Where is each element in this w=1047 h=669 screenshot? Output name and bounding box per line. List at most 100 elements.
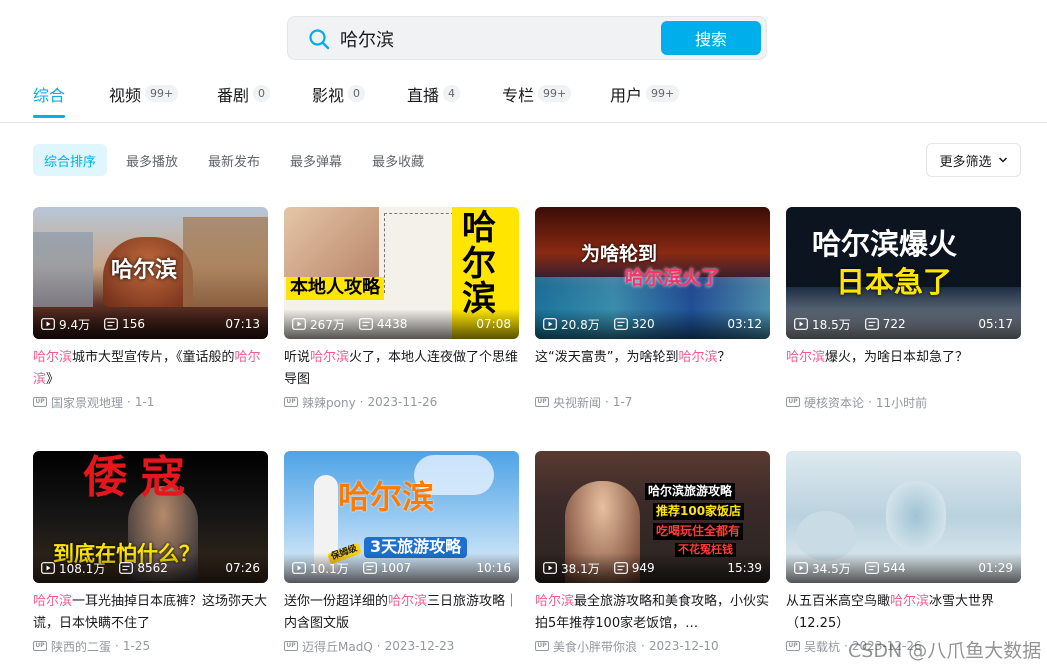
uploader-name[interactable]: 国家景观地理 [51,394,123,411]
video-card[interactable]: 倭寇 到底在怕什么？ 108.1万 8562 07:26 哈尔滨一耳光抽掉日本底… [33,451,268,669]
video-meta: UP 辣辣pony · 2023-11-26 [284,392,519,412]
filter-most-played[interactable]: 最多播放 [115,144,189,176]
filter-most-favorited[interactable]: 最多收藏 [361,144,435,176]
title-text: 城市大型宣传片，《童话般的 [72,350,235,365]
upload-date: 1-7 [612,395,633,409]
video-thumbnail[interactable]: 哈尔滨旅游攻略 推荐100家饭店 吃喝玩住全都有 不花冤枉钱 38.1万 949… [535,451,770,583]
play-count-icon [41,562,55,574]
video-card[interactable]: 哈尔滨旅游攻略 推荐100家饭店 吃喝玩住全都有 不花冤枉钱 38.1万 949… [535,451,770,669]
video-title[interactable]: 送你一份超详细的哈尔滨三日旅游攻略｜内含图文版 [284,591,519,635]
video-duration: 15:39 [727,561,762,575]
video-title[interactable]: 从五百米高空鸟瞰哈尔滨冰雪大世界（12.25） [786,591,1021,635]
search-button[interactable]: 搜索 [661,21,761,55]
video-thumbnail[interactable]: 哈尔滨 3天旅游攻略 保姆级 10.1万 1007 10:16 [284,451,519,583]
video-title[interactable]: 这“泼天富贵”，为啥轮到哈尔滨？ [535,347,770,391]
video-card[interactable]: 本地人攻略 哈尔滨 267万 4438 07:08 听说哈尔滨火了，本地人连夜做… [284,207,519,430]
view-count: 18.5万 [812,317,851,332]
thumbnail-caption: 本地人攻略 [286,277,384,300]
video-thumbnail[interactable]: 哈尔滨 9.4万 156 07:13 [33,207,268,339]
tab-all[interactable]: 综合 [33,82,109,120]
chevron-down-icon [998,157,1007,163]
video-title[interactable]: 哈尔滨最全旅游攻略和美食攻略，小伙实拍5年推荐100家老饭馆，… [535,591,770,635]
tab-label: 直播 [407,86,440,105]
play-count-icon [543,318,557,330]
tab-article[interactable]: 专栏 99+ [502,82,610,120]
thumbnail-caption: 哈尔滨 [462,208,496,320]
uploader-icon: UP [535,397,549,407]
video-meta: UP 国家景观地理 · 1-1 [33,392,268,412]
video-duration: 01:29 [978,561,1013,575]
uploader-icon: UP [786,641,800,651]
tab-user[interactable]: 用户 99+ [610,82,680,120]
search-input[interactable] [340,25,640,53]
video-thumbnail[interactable]: 哈尔滨爆火 日本急了 18.5万 722 05:17 [786,207,1021,339]
title-highlight: 哈尔滨 [33,594,73,609]
video-title[interactable]: 听说哈尔滨火了，本地人连夜做了个思维导图 [284,347,519,391]
search-bar: 搜索 [287,16,767,60]
video-title[interactable]: 哈尔滨城市大型宣传片，《童话般的哈尔滨》 [33,347,268,391]
uploader-name[interactable]: 硬核资本论 [804,394,864,411]
filter-newest[interactable]: 最新发布 [197,144,271,176]
uploader-icon: UP [33,397,47,407]
uploader-name[interactable]: 央视新闻 [553,394,601,411]
danmaku-count: 8562 [137,561,168,575]
uploader-name[interactable]: 迈得丘MadQ [302,638,373,655]
video-thumbnail[interactable]: 为啥轮到 哈尔滨火了 20.8万 320 03:12 [535,207,770,339]
title-text: 爆火，为啥日本却急了？ [825,350,969,365]
filter-most-danmaku[interactable]: 最多弹幕 [279,144,353,176]
thumbnail-caption: 日本急了 [836,265,953,299]
video-card[interactable]: 哈尔滨 3天旅游攻略 保姆级 10.1万 1007 10:16 送你一份超详细的… [284,451,519,669]
view-count: 20.8万 [561,317,600,332]
uploader-name[interactable]: 陕西的二蛋 [51,638,111,655]
uploader-name[interactable]: 辣辣pony [302,394,356,411]
title-text: 这“泼天富贵”，为啥轮到 [535,350,679,365]
video-duration: 07:08 [476,317,511,331]
danmaku-count: 722 [882,317,906,331]
title-highlight: 哈尔滨 [388,594,428,609]
uploader-name[interactable]: 吴载杭 [804,638,840,655]
video-card[interactable]: 哈尔滨 9.4万 156 07:13 哈尔滨城市大型宣传片，《童话般的哈尔滨》 … [33,207,268,430]
tab-label: 番剧 [217,86,250,105]
view-count: 34.5万 [812,561,851,576]
video-stats: 108.1万 8562 07:26 [33,553,268,583]
upload-date: 2023-12-10 [648,639,719,653]
title-highlight: 哈尔滨 [786,350,826,365]
filter-comprehensive[interactable]: 综合排序 [33,144,108,176]
video-stats: 10.1万 1007 10:16 [284,553,519,583]
thumbnail-caption: 哈尔滨 [338,478,435,516]
tab-video[interactable]: 视频 99+ [109,82,217,120]
video-title[interactable]: 哈尔滨一耳光抽掉日本底裤？这场弥天大谎，日本快瞒不住了 [33,591,268,635]
danmaku-count: 949 [631,561,655,575]
more-filters-button[interactable]: 更多筛选 [926,143,1021,177]
video-title[interactable]: 哈尔滨爆火，为啥日本却急了？ [786,347,1021,391]
video-card[interactable]: 为啥轮到 哈尔滨火了 20.8万 320 03:12 这“泼天富贵”，为啥轮到哈… [535,207,770,430]
video-thumbnail[interactable]: 34.5万 544 01:29 [786,451,1021,583]
uploader-name[interactable]: 美食小胖带你浪 [553,638,637,655]
tab-bangumi[interactable]: 番剧 0 [217,82,312,120]
meta-separator: · [868,395,872,409]
upload-date: 1-1 [134,395,155,409]
video-stats: 267万 4438 07:08 [284,309,519,339]
thumbnail-caption: 哈尔滨火了 [625,267,721,289]
tab-film[interactable]: 影视 0 [312,82,407,120]
video-stats: 20.8万 320 03:12 [535,309,770,339]
tabs-divider [0,122,1047,123]
video-stats: 18.5万 722 05:17 [786,309,1021,339]
video-thumbnail[interactable]: 倭寇 到底在怕什么？ 108.1万 8562 07:26 [33,451,268,583]
tab-label: 视频 [109,86,142,105]
meta-separator: · [605,395,609,409]
video-thumbnail[interactable]: 本地人攻略 哈尔滨 267万 4438 07:08 [284,207,519,339]
video-card[interactable]: 哈尔滨爆火 日本急了 18.5万 722 05:17 哈尔滨爆火，为啥日本却急了… [786,207,1021,430]
video-duration: 10:16 [476,561,511,575]
video-stats: 9.4万 156 07:13 [33,309,268,339]
view-count: 267万 [310,317,345,332]
video-meta: UP 迈得丘MadQ · 2023-12-23 [284,636,519,656]
tab-count-badge: 99+ [145,85,179,102]
tab-label: 用户 [610,86,643,105]
view-count: 38.1万 [561,561,600,576]
video-duration: 07:13 [225,317,260,331]
title-text: ？ [717,350,731,365]
title-highlight: 哈尔滨 [678,350,718,365]
video-meta: UP 硬核资本论 · 11小时前 [786,392,1021,412]
tab-live[interactable]: 直播 4 [407,82,502,120]
